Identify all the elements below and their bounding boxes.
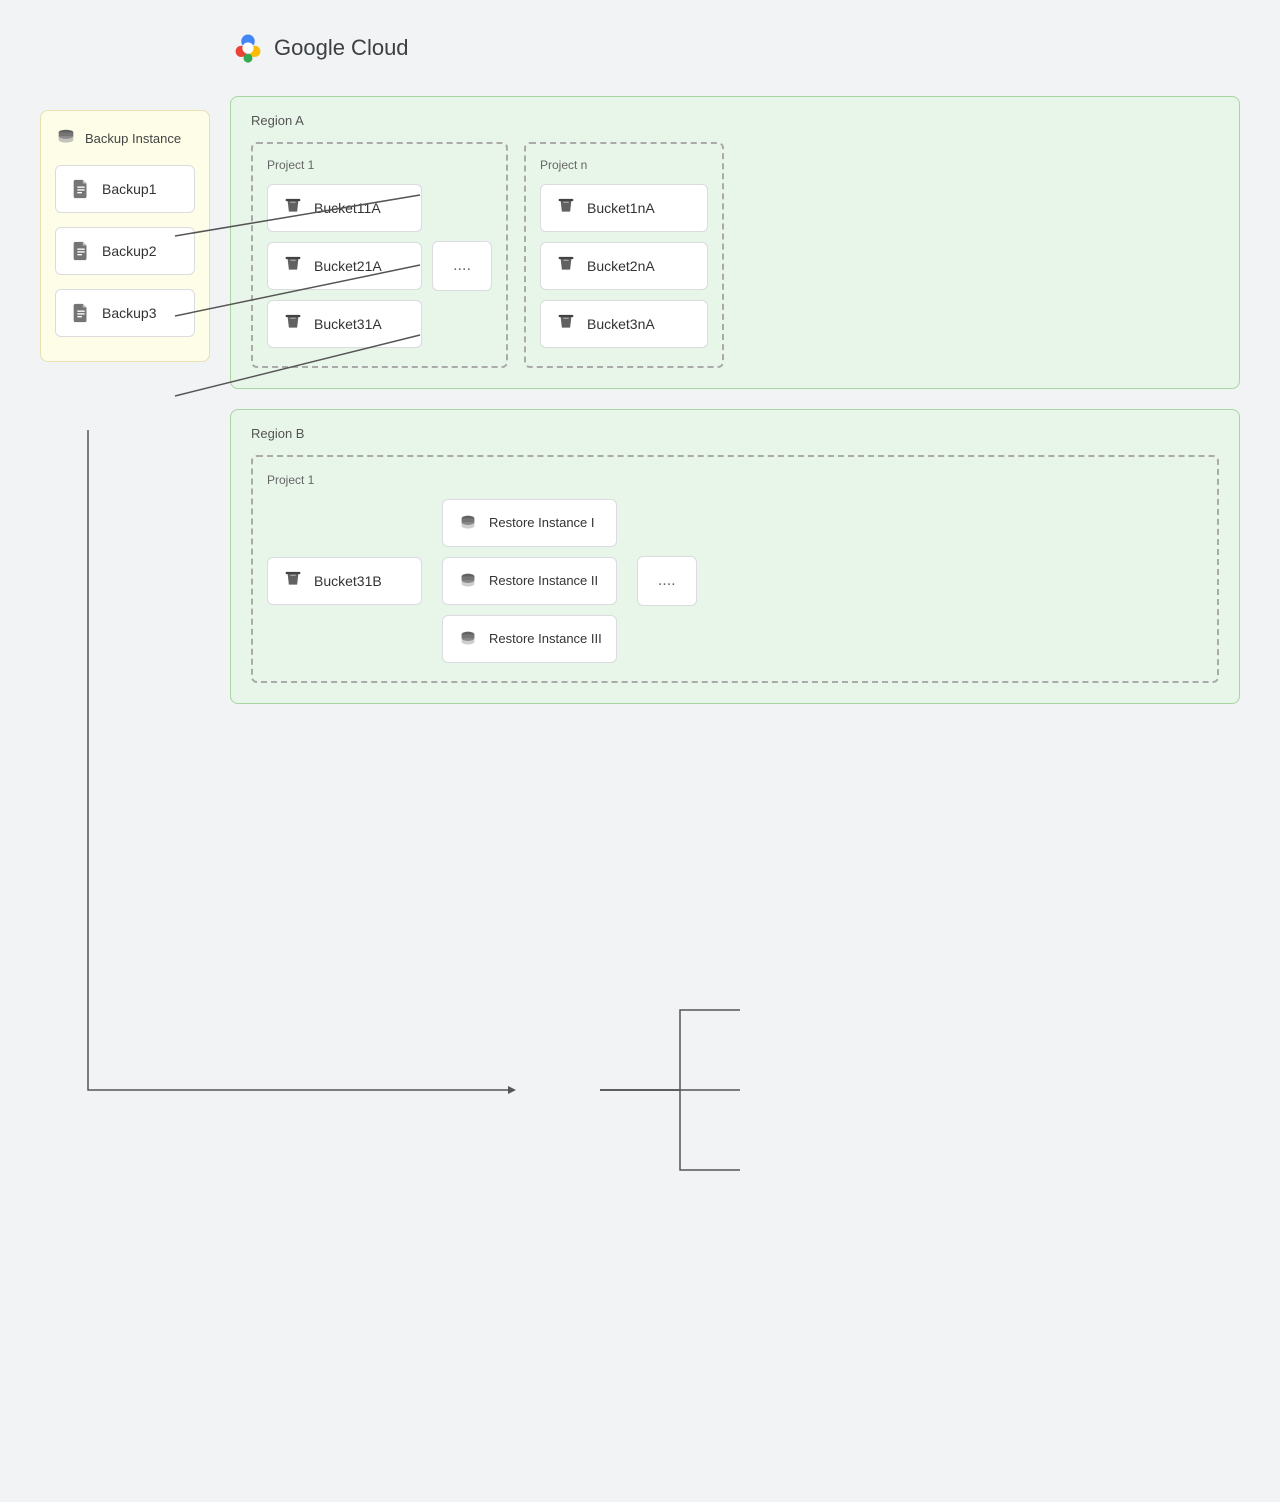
- backup-panel-title: Backup Instance: [85, 131, 181, 146]
- bucket11a-label: Bucket11A: [314, 200, 381, 216]
- restore-instance-i-label: Restore Instance I: [489, 515, 595, 532]
- backup2-item: Backup2: [55, 227, 195, 275]
- bucket31b-label: Bucket31B: [314, 573, 382, 589]
- bucket21a-item: Bucket21A: [267, 242, 422, 290]
- restore-instance-ii-item: Restore Instance II: [442, 557, 617, 605]
- bucket21a-label: Bucket21A: [314, 258, 382, 274]
- region-a-project1-box: Project 1 Bucket11A: [251, 142, 508, 368]
- region-a-box: Region A Project 1: [230, 96, 1240, 389]
- backup-db-icon: [55, 127, 77, 149]
- backup1-item: Backup1: [55, 165, 195, 213]
- backup3-label: Backup3: [102, 305, 156, 321]
- document-icon-backup1: [70, 178, 92, 200]
- region-a-projectn-label: Project n: [540, 158, 708, 172]
- restore-instance-iii-item: Restore Instance III: [442, 615, 617, 663]
- db-icon-restore-ii: [457, 570, 479, 592]
- backup2-label: Backup2: [102, 243, 156, 259]
- bucket2na-item: Bucket2nA: [540, 242, 708, 290]
- backup-panel-header: Backup Instance: [55, 127, 195, 149]
- region-b-project1-label: Project 1: [267, 473, 1203, 487]
- restore-instance-ii-label: Restore Instance II: [489, 573, 598, 590]
- bucket-icon-2na: [555, 255, 577, 277]
- bucket-icon-1na: [555, 197, 577, 219]
- bucket31b-item: Bucket31B: [267, 557, 422, 605]
- google-cloud-logo-icon: [230, 30, 266, 66]
- bucket1na-label: Bucket1nA: [587, 200, 655, 216]
- bucket-icon-21a: [282, 255, 304, 277]
- restore-instance-iii-label: Restore Instance III: [489, 631, 602, 648]
- bucket-icon-11a: [282, 197, 304, 219]
- region-a-label: Region A: [251, 113, 1219, 128]
- region-b-project1-box: Project 1 Bucket31B: [251, 455, 1219, 683]
- bucket2na-label: Bucket2nA: [587, 258, 655, 274]
- project1-buckets: Bucket11A Bucket21A: [267, 184, 422, 348]
- region-a-projectn-box: Project n Bucket1nA: [524, 142, 724, 368]
- restore-instance-i-item: Restore Instance I: [442, 499, 617, 547]
- project1-ellipsis: ....: [432, 241, 492, 291]
- bucket31a-label: Bucket31A: [314, 316, 382, 332]
- region-b-label: Region B: [251, 426, 1219, 441]
- db-icon-restore-i: [457, 512, 479, 534]
- main-container: Backup Instance Backup1 Backup2: [40, 30, 1240, 704]
- backup-panel: Backup Instance Backup1 Backup2: [40, 110, 210, 362]
- document-icon-backup2: [70, 240, 92, 262]
- bucket3na-item: Bucket3nA: [540, 300, 708, 348]
- restore-ellipsis: ....: [637, 556, 697, 606]
- bucket-icon-3na: [555, 313, 577, 335]
- region-b-box: Region B Project 1 Bucket31B: [230, 409, 1240, 704]
- region-b-inner: Bucket31B Restore Instance I: [267, 499, 1203, 663]
- gc-header: Google Cloud: [230, 30, 1240, 66]
- region-a-projects-row: Project 1 Bucket11A: [251, 142, 1219, 368]
- backup3-item: Backup3: [55, 289, 195, 337]
- region-a-project1-label: Project 1: [267, 158, 492, 172]
- bucket-icon-31a: [282, 313, 304, 335]
- project1-inner: Bucket11A Bucket21A: [267, 184, 492, 348]
- db-icon-restore-iii: [457, 628, 479, 650]
- backup1-label: Backup1: [102, 181, 156, 197]
- bucket11a-item: Bucket11A: [267, 184, 422, 232]
- bucket-icon-31b: [282, 570, 304, 592]
- bucket1na-item: Bucket1nA: [540, 184, 708, 232]
- bucket31a-item: Bucket31A: [267, 300, 422, 348]
- bucket3na-label: Bucket3nA: [587, 316, 655, 332]
- restore-instances-column: Restore Instance I Restore Instance II: [442, 499, 617, 663]
- gc-title: Google Cloud: [274, 35, 409, 61]
- right-area: Google Cloud Region A Project 1: [210, 30, 1240, 704]
- document-icon-backup3: [70, 302, 92, 324]
